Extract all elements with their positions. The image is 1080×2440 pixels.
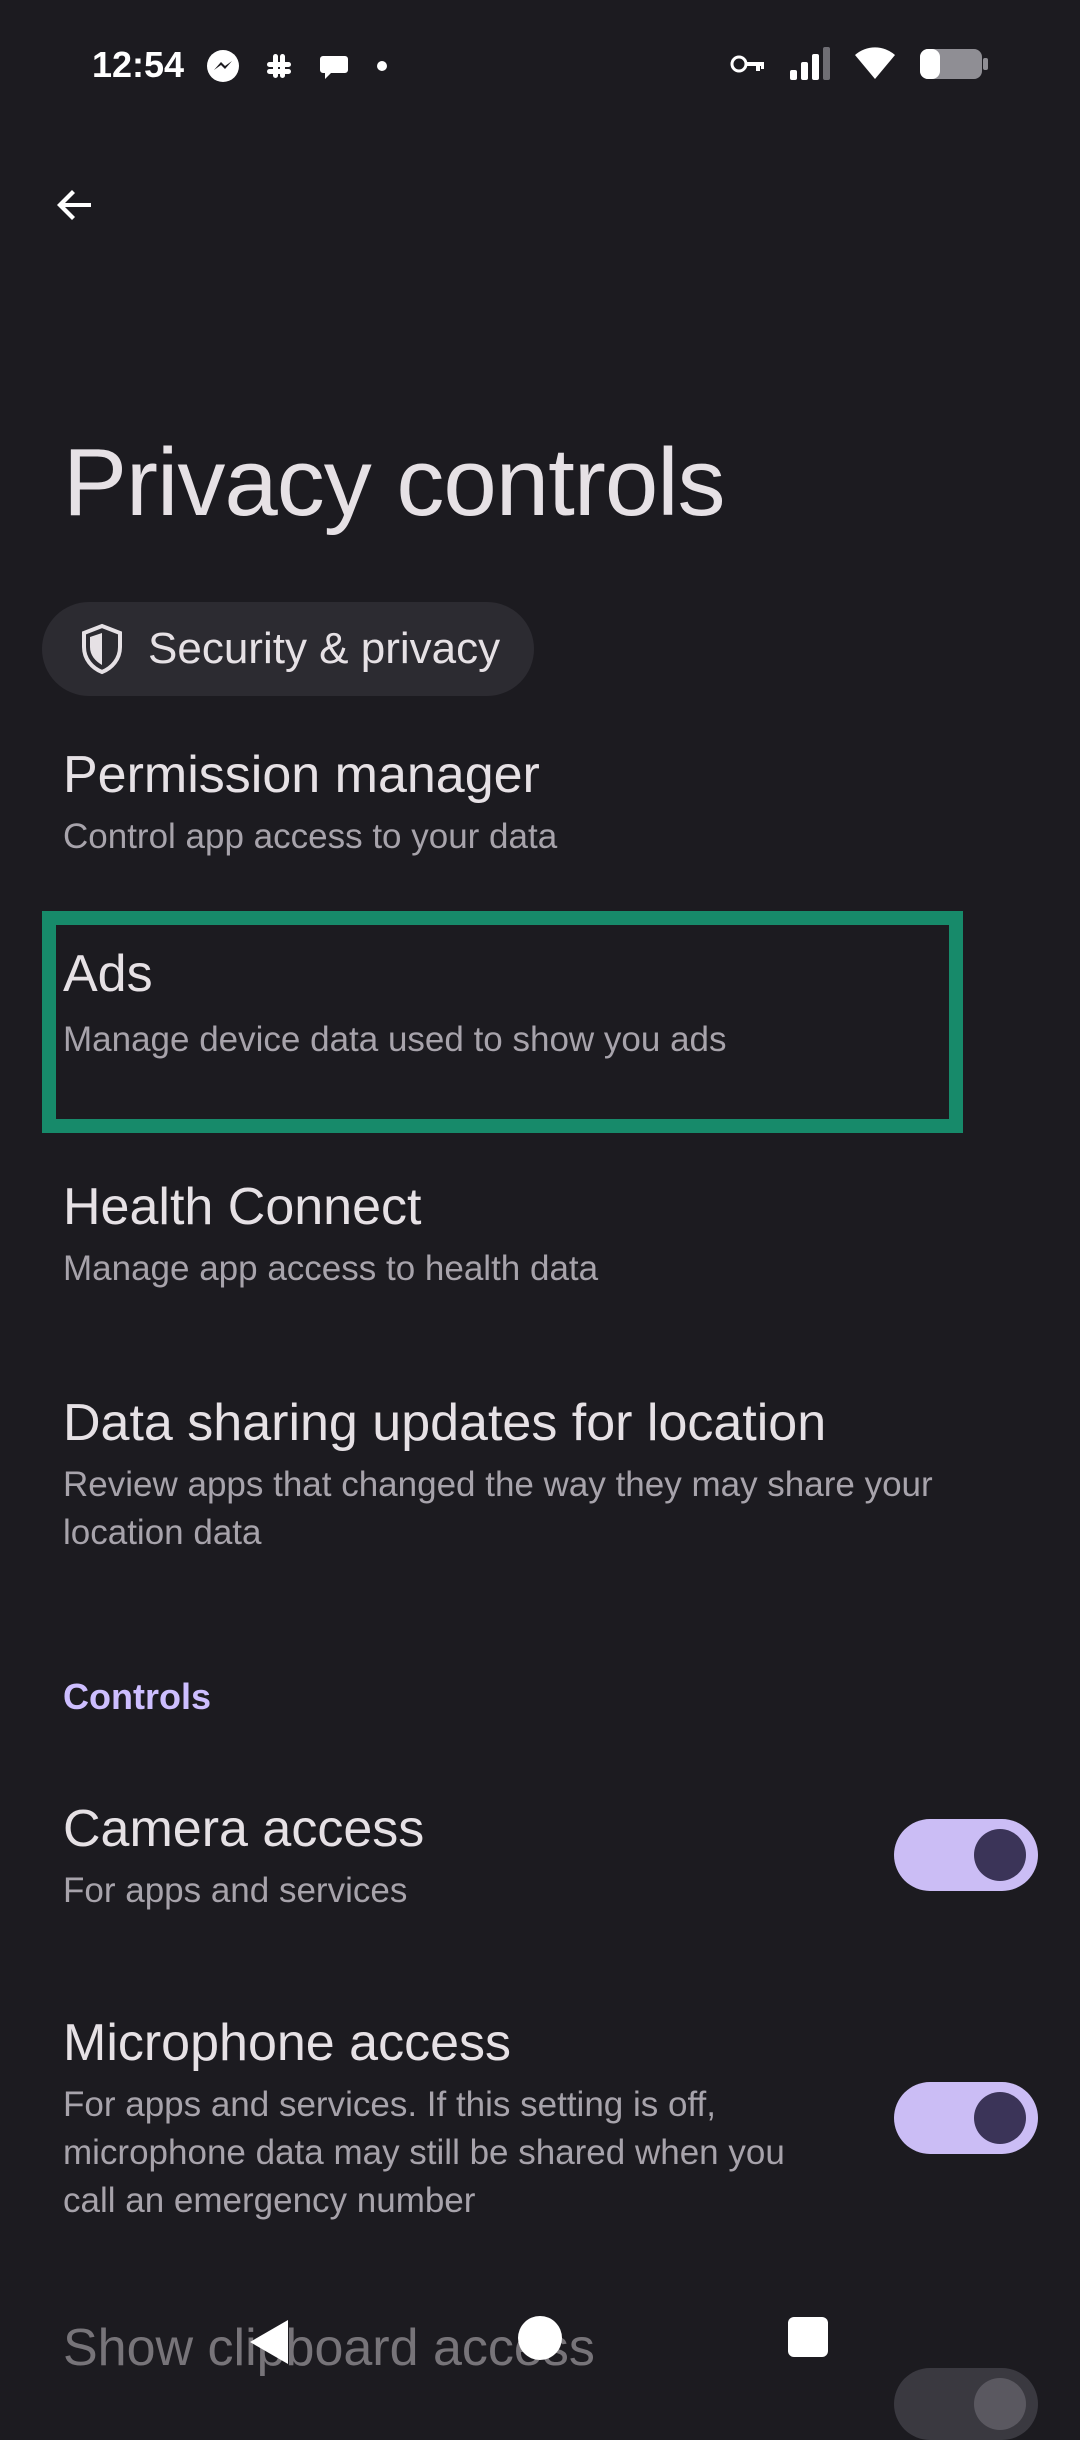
slack-icon bbox=[261, 48, 297, 84]
toggle-knob bbox=[974, 2092, 1026, 2144]
microphone-access-item[interactable]: Microphone access For apps and services.… bbox=[63, 2013, 883, 2225]
camera-access-toggle[interactable] bbox=[894, 1819, 1038, 1891]
messenger-icon bbox=[205, 48, 241, 84]
security-privacy-chip[interactable]: Security & privacy bbox=[42, 602, 535, 696]
item-subtitle: Control app access to your data bbox=[63, 817, 558, 856]
item-subtitle: Manage device data used to show you ads bbox=[63, 1020, 727, 1059]
data-sharing-updates-item[interactable]: Data sharing updates for location Review… bbox=[63, 1393, 1023, 1557]
permission-manager-item[interactable]: Permission manager Control app access to… bbox=[63, 745, 963, 861]
item-title: Microphone access bbox=[63, 2014, 511, 2072]
item-subtitle-line1: Review apps that changed the way they ma… bbox=[63, 1465, 933, 1504]
item-title: Data sharing updates for location bbox=[63, 1394, 827, 1452]
ads-item[interactable]: Ads Manage device data used to show you … bbox=[63, 944, 963, 1064]
toggle-knob bbox=[974, 1829, 1026, 1881]
controls-section-header: Controls bbox=[63, 1676, 211, 1717]
vpn-key-icon bbox=[730, 52, 766, 76]
item-subtitle: Manage app access to health data bbox=[63, 1249, 599, 1288]
item-subtitle: For apps and services bbox=[63, 1871, 408, 1910]
item-subtitle-line2: location data bbox=[63, 1513, 262, 1552]
battery-icon bbox=[918, 46, 990, 82]
chat-icon bbox=[317, 48, 353, 84]
signal-icon bbox=[788, 46, 832, 82]
chip-label: Security & privacy bbox=[148, 624, 501, 673]
arrow-back-icon bbox=[57, 190, 91, 220]
health-connect-item[interactable]: Health Connect Manage app access to heal… bbox=[63, 1177, 963, 1293]
back-button[interactable] bbox=[40, 170, 110, 240]
dot-icon bbox=[373, 57, 391, 75]
camera-access-item[interactable]: Camera access For apps and services bbox=[63, 1799, 863, 1915]
status-bar: 12:54 bbox=[0, 0, 1080, 130]
item-subtitle-line3: call an emergency number bbox=[63, 2181, 476, 2220]
shield-icon bbox=[82, 623, 122, 675]
item-title: Permission manager bbox=[63, 746, 540, 804]
page-title: Privacy controls bbox=[63, 429, 726, 536]
item-title: Camera access bbox=[63, 1800, 425, 1858]
item-title: Health Connect bbox=[63, 1178, 422, 1236]
microphone-access-toggle[interactable] bbox=[894, 2082, 1038, 2154]
notification-icons bbox=[205, 48, 391, 84]
item-title: Ads bbox=[63, 945, 153, 1003]
nav-back-icon[interactable] bbox=[246, 2317, 292, 2367]
nav-recents-icon[interactable] bbox=[788, 2317, 828, 2357]
status-time: 12:54 bbox=[92, 44, 185, 85]
nav-home-icon[interactable] bbox=[518, 2316, 562, 2360]
wifi-icon bbox=[854, 47, 896, 81]
item-subtitle-line2: microphone data may still be shared when… bbox=[63, 2133, 785, 2172]
item-subtitle-line1: For apps and services. If this setting i… bbox=[63, 2085, 716, 2124]
system-icons bbox=[730, 46, 990, 82]
